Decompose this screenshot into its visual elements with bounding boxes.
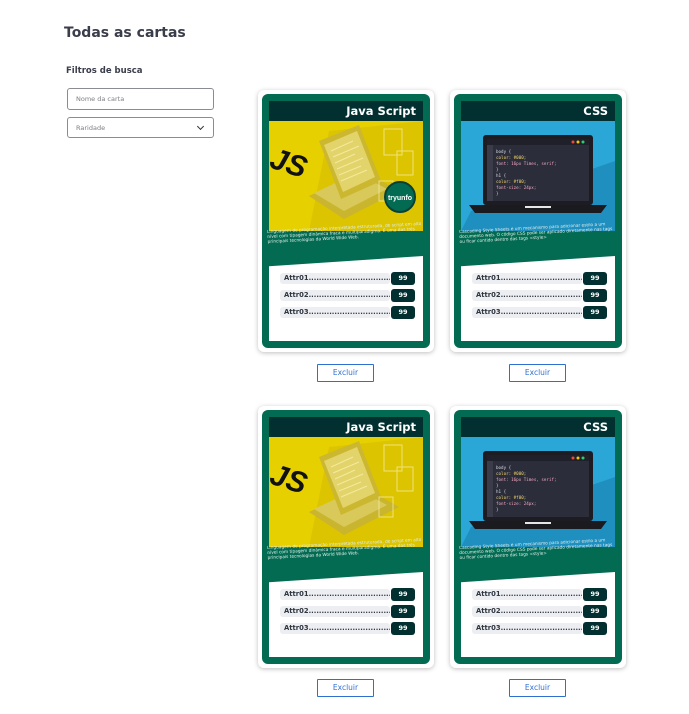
rarity-placeholder: Raridade <box>76 123 106 132</box>
attr-row: Attr02..................................… <box>472 605 607 618</box>
card-image-js: JS <box>269 437 423 547</box>
attr-row: Attr03..................................… <box>472 306 607 319</box>
attr-value: 99 <box>583 622 607 635</box>
chevron-down-icon <box>196 122 205 130</box>
card-css: CSS body { color: #000; font: 16px Times… <box>450 406 626 668</box>
attr-row: Attr02..................................… <box>280 289 415 302</box>
card-attributes: Attr01..................................… <box>461 256 615 341</box>
card-js: Java Script JS tryunfo Linguagem de prog… <box>258 90 434 352</box>
attr-row: Attr02..................................… <box>472 289 607 302</box>
attr-label: Attr03..................................… <box>472 307 582 318</box>
attr-value: 99 <box>391 605 415 618</box>
code-line: color: #000; <box>496 471 526 476</box>
tryunfo-badge: tryunfo <box>388 195 412 202</box>
attr-label: Attr01..................................… <box>280 273 390 284</box>
attr-row: Attr03..................................… <box>280 622 415 635</box>
attr-value: 99 <box>391 306 415 319</box>
attr-label: Attr02..................................… <box>280 290 390 301</box>
card-image-js: JS tryunfo <box>269 121 423 231</box>
page-title: Todas as cartas <box>64 25 186 41</box>
card-js: Java Script JS Linguagem de programação … <box>258 406 434 668</box>
card-image-css: body { color: #000; font: 16px Times, se… <box>461 121 615 231</box>
attr-value: 99 <box>583 605 607 618</box>
code-line: font-size: 24px; <box>496 185 536 190</box>
attr-row: Attr02..................................… <box>280 605 415 618</box>
delete-button[interactable]: Excluir <box>509 364 566 382</box>
attr-value: 99 <box>391 588 415 601</box>
card-title: Java Script <box>269 101 423 121</box>
attr-value: 99 <box>583 272 607 285</box>
attr-row: Attr01..................................… <box>472 272 607 285</box>
attr-row: Attr03..................................… <box>472 622 607 635</box>
code-line: body { <box>496 149 512 154</box>
card-attributes: Attr01..................................… <box>269 572 423 657</box>
code-line: font: 16px Times, serif; <box>496 477 557 482</box>
attr-value: 99 <box>583 289 607 302</box>
code-line: color: #f00; <box>496 179 526 184</box>
code-line: font-size: 24px; <box>496 501 536 506</box>
attr-label: Attr02..................................… <box>472 606 582 617</box>
card-attributes: Attr01..................................… <box>461 572 615 657</box>
delete-button[interactable]: Excluir <box>317 364 374 382</box>
attr-label: Attr03..................................… <box>280 307 390 318</box>
delete-button[interactable]: Excluir <box>317 679 374 697</box>
attr-value: 99 <box>391 272 415 285</box>
card-body: Java Script JS tryunfo Linguagem de prog… <box>262 94 430 348</box>
attr-value: 99 <box>391 289 415 302</box>
code-line: h1 { <box>496 489 507 494</box>
js-logo-text: JS <box>269 458 311 501</box>
attr-row: Attr01..................................… <box>280 272 415 285</box>
attr-label: Attr02..................................… <box>472 290 582 301</box>
code-line: color: #f00; <box>496 495 526 500</box>
attr-value: 99 <box>583 588 607 601</box>
card-body: CSS body { color: #000; font: 16px Times… <box>454 94 622 348</box>
card-name-placeholder: Nome da carta <box>76 95 125 103</box>
card-title: CSS <box>461 101 615 121</box>
attr-label: Attr03..................................… <box>472 623 582 634</box>
card-title: CSS <box>461 417 615 437</box>
filters-title: Filtros de busca <box>66 66 143 76</box>
code-line: h1 { <box>496 173 507 178</box>
rarity-select[interactable]: Raridade <box>67 117 214 138</box>
card-title: Java Script <box>269 417 423 437</box>
card-image-css: body { color: #000; font: 16px Times, se… <box>461 437 615 547</box>
attr-label: Attr01..................................… <box>280 589 390 600</box>
code-line: font: 16px Times, serif; <box>496 161 557 166</box>
attr-row: Attr01..................................… <box>280 588 415 601</box>
attr-label: Attr01..................................… <box>472 273 582 284</box>
attr-label: Attr01..................................… <box>472 589 582 600</box>
code-line: color: #000; <box>496 155 526 160</box>
card-body: Java Script JS Linguagem de programação … <box>262 410 430 664</box>
code-line: body { <box>496 465 512 470</box>
attr-label: Attr02..................................… <box>280 606 390 617</box>
card-name-input[interactable]: Nome da carta <box>67 88 214 110</box>
card-css: CSS body { color: #000; font: 16px Times… <box>450 90 626 352</box>
attr-value: 99 <box>583 306 607 319</box>
delete-button[interactable]: Excluir <box>509 679 566 697</box>
attr-row: Attr01..................................… <box>472 588 607 601</box>
attr-row: Attr03..................................… <box>280 306 415 319</box>
card-attributes: Attr01..................................… <box>269 256 423 341</box>
attr-value: 99 <box>391 622 415 635</box>
card-body: CSS body { color: #000; font: 16px Times… <box>454 410 622 664</box>
attr-label: Attr03..................................… <box>280 623 390 634</box>
js-logo-text: JS <box>269 142 311 185</box>
